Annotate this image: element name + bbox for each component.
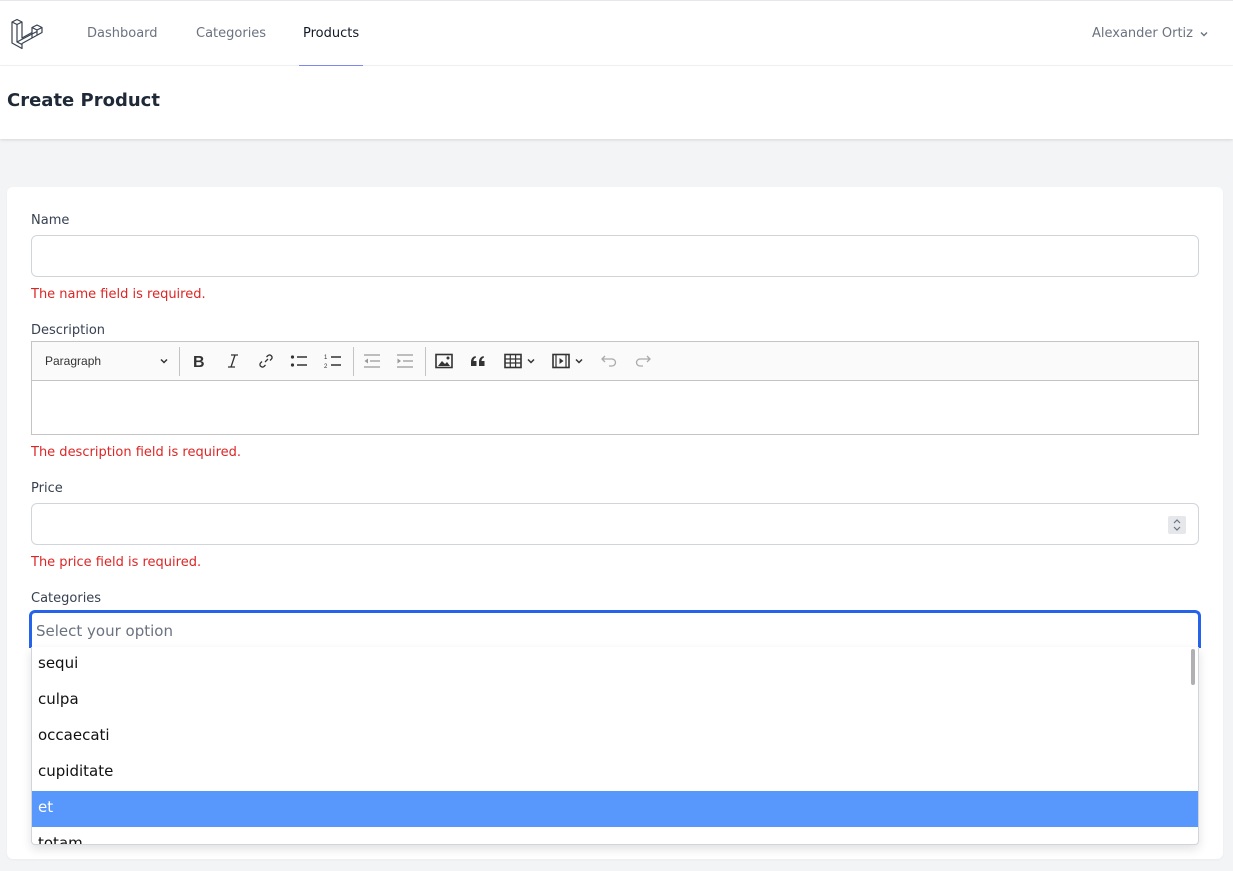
categories-search-input[interactable] bbox=[36, 617, 1136, 645]
description-label: Description bbox=[31, 323, 106, 338]
price-field bbox=[31, 503, 1199, 545]
option-culpa[interactable]: culpa bbox=[32, 683, 1198, 719]
bold-icon: B bbox=[193, 354, 205, 369]
heading-dropdown-label: Paragraph bbox=[45, 354, 102, 368]
price-error: The price field is required. bbox=[31, 555, 202, 570]
indent-icon bbox=[397, 354, 413, 368]
option-et[interactable]: et bbox=[32, 791, 1198, 827]
outdent-icon bbox=[364, 354, 380, 368]
page-title: Create Product bbox=[7, 90, 160, 111]
italic-button[interactable] bbox=[221, 342, 245, 380]
italic-icon bbox=[228, 354, 238, 368]
bulleted-list-icon bbox=[290, 355, 307, 367]
nav-dashboard[interactable]: Dashboard bbox=[83, 1, 162, 66]
media-icon bbox=[552, 353, 570, 369]
user-menu[interactable]: Alexander Ortiz bbox=[1092, 1, 1209, 66]
option-sequi[interactable]: sequi bbox=[32, 647, 1198, 683]
spinner-arrows-icon bbox=[1173, 519, 1181, 531]
link-icon bbox=[259, 354, 273, 368]
name-input[interactable] bbox=[31, 235, 1199, 277]
top-navigation: Dashboard Categories Products Alexander … bbox=[0, 0, 1233, 67]
toolbar-separator bbox=[353, 347, 354, 376]
nav-categories[interactable]: Categories bbox=[192, 1, 270, 66]
price-spinner[interactable] bbox=[1168, 516, 1186, 534]
outdent-button[interactable] bbox=[360, 342, 384, 380]
insert-table-button[interactable] bbox=[500, 342, 540, 380]
description-editable-area[interactable] bbox=[32, 381, 1198, 434]
name-label: Name bbox=[31, 213, 70, 228]
chevron-down-icon bbox=[1200, 31, 1208, 36]
table-icon bbox=[504, 353, 522, 369]
nav-products[interactable]: Products bbox=[299, 1, 363, 67]
toolbar-separator bbox=[425, 347, 426, 376]
chevron-down-icon bbox=[575, 358, 583, 364]
redo-icon bbox=[635, 355, 651, 367]
product-form-card: Name The name field is required. Descrip… bbox=[7, 187, 1223, 859]
numbered-list-button[interactable]: 12 bbox=[321, 342, 345, 380]
undo-icon bbox=[601, 355, 617, 367]
blockquote-icon bbox=[471, 356, 485, 366]
heading-dropdown[interactable]: Paragraph bbox=[45, 342, 169, 380]
price-input[interactable] bbox=[40, 504, 1160, 542]
svg-text:B: B bbox=[193, 354, 205, 369]
categories-dropdown: sequi culpa occaecati cupiditate et tota… bbox=[31, 647, 1199, 845]
bulleted-list-button[interactable] bbox=[287, 342, 311, 380]
numbered-list-icon: 12 bbox=[324, 355, 341, 369]
bold-button[interactable]: B bbox=[187, 342, 211, 380]
user-name: Alexander Ortiz bbox=[1091, 26, 1193, 41]
redo-button[interactable] bbox=[631, 342, 655, 380]
page-header: Create Product bbox=[0, 66, 1233, 139]
categories-label: Categories bbox=[31, 591, 102, 606]
image-icon bbox=[435, 353, 453, 369]
image-button[interactable] bbox=[432, 342, 456, 380]
chevron-down-icon bbox=[527, 358, 535, 364]
svg-text:1: 1 bbox=[324, 355, 328, 361]
option-totam[interactable]: totam bbox=[32, 827, 1198, 844]
categories-select[interactable] bbox=[29, 610, 1201, 648]
indent-button[interactable] bbox=[393, 342, 417, 380]
option-occaecati[interactable]: occaecati bbox=[32, 719, 1198, 755]
insert-media-button[interactable] bbox=[548, 342, 588, 380]
description-error: The description field is required. bbox=[31, 445, 242, 460]
editor-toolbar: Paragraph B 12 bbox=[32, 342, 1198, 381]
toolbar-separator bbox=[179, 347, 180, 376]
svg-text:2: 2 bbox=[324, 364, 328, 369]
undo-button[interactable] bbox=[597, 342, 621, 380]
blockquote-button[interactable] bbox=[466, 342, 490, 380]
dropdown-scrollbar[interactable] bbox=[1191, 649, 1195, 685]
link-button[interactable] bbox=[254, 342, 278, 380]
price-label: Price bbox=[31, 481, 63, 496]
laravel-logo-icon[interactable] bbox=[10, 18, 44, 50]
description-editor: Paragraph B 12 bbox=[31, 341, 1199, 435]
chevron-down-icon bbox=[160, 358, 168, 364]
name-error: The name field is required. bbox=[31, 287, 206, 302]
option-cupiditate[interactable]: cupiditate bbox=[32, 755, 1198, 791]
